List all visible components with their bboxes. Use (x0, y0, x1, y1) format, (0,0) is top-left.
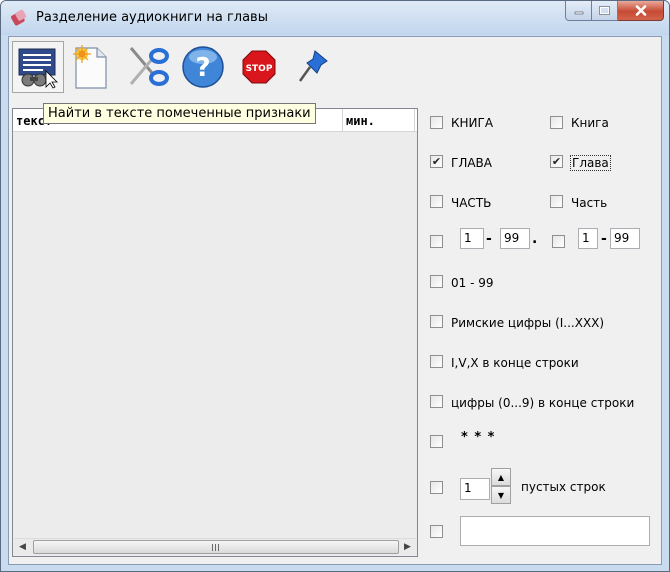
label-chast-upper: ЧАСТЬ (451, 196, 492, 210)
title-bar[interactable]: Разделение аудиокниги на главы (1, 1, 669, 35)
label-stars: * * * (461, 430, 496, 445)
column-header-minutes[interactable]: мин. (343, 109, 415, 132)
minimize-button[interactable] (565, 1, 592, 21)
checkbox-ivx-end[interactable] (430, 355, 443, 368)
empty-lines-spinner[interactable]: ▲ ▼ (491, 468, 511, 504)
maximize-button[interactable] (592, 1, 618, 21)
close-icon (635, 5, 646, 16)
help-button[interactable]: ? (177, 41, 229, 93)
client-area: ? STOP Найти в тексте помеченные признак… (8, 36, 662, 565)
scroll-thumb[interactable] (33, 540, 399, 554)
new-document-icon (73, 45, 107, 89)
spin-up-arrow[interactable]: ▲ (491, 468, 511, 486)
checkbox-stars[interactable] (430, 435, 443, 448)
svg-text:?: ? (195, 53, 210, 83)
scroll-right-arrow[interactable]: ▶ (399, 539, 416, 555)
grip-icon (212, 543, 220, 551)
chapters-list[interactable]: текст мин. ◀ ▶ (12, 108, 418, 557)
close-button[interactable] (618, 1, 664, 21)
label-glava-lower: Глава (570, 155, 611, 171)
stop-sign-text: STOP (246, 64, 273, 74)
pin-button[interactable] (287, 41, 339, 93)
checkbox-roman[interactable] (430, 315, 443, 328)
checkbox-glava-lower[interactable]: ✔ (550, 155, 563, 168)
checkbox-custom[interactable] (430, 525, 443, 538)
empty-lines-input[interactable]: 1 (460, 478, 490, 500)
app-icon (11, 9, 27, 26)
range2-to-input[interactable]: 99 (610, 228, 640, 249)
checkbox-range-dash[interactable] (552, 235, 565, 248)
checkbox-glava-upper[interactable]: ✔ (430, 155, 443, 168)
range1-from-input[interactable]: 1 (460, 228, 484, 249)
new-document-button[interactable] (64, 41, 116, 93)
checkbox-kniga-lower[interactable] (550, 116, 563, 129)
label-empty-lines: пустых строк (521, 480, 606, 494)
range1-dot: . (532, 231, 538, 247)
range2-from-input[interactable]: 1 (578, 228, 598, 249)
help-icon: ? (182, 46, 224, 88)
label-ivx-end: I,V,X в конце строки (451, 356, 579, 370)
checkbox-01-99[interactable] (430, 275, 443, 288)
scroll-left-arrow[interactable]: ◀ (14, 539, 31, 555)
toolbar: ? STOP (9, 37, 661, 99)
window-controls (565, 1, 664, 23)
checkbox-digits-end[interactable] (430, 395, 443, 408)
checkbox-empty-lines[interactable] (430, 481, 443, 494)
stop-sign-icon: STOP (242, 50, 276, 84)
range1-to-input[interactable]: 99 (500, 228, 530, 249)
maximize-icon (599, 6, 610, 15)
window-title: Разделение аудиокниги на главы (36, 10, 268, 25)
spin-down-arrow[interactable]: ▼ (491, 486, 511, 504)
label-digits-end: цифры (0...9) в конце строки (451, 396, 635, 410)
label-kniga-lower: Книга (571, 116, 609, 130)
pushpin-icon (298, 50, 328, 82)
horizontal-scrollbar[interactable]: ◀ ▶ (14, 538, 416, 555)
minimize-icon (574, 11, 583, 14)
app-window: Разделение аудиокниги на главы ? STOP На… (0, 0, 670, 572)
checkbox-chast-lower[interactable] (550, 195, 563, 208)
label-kniga-upper: КНИГА (451, 116, 494, 130)
label-chast-lower: Часть (571, 196, 608, 210)
label-glava-upper: ГЛАВА (451, 156, 492, 170)
stop-button[interactable]: STOP (233, 41, 285, 93)
checkbox-chast-upper[interactable] (430, 195, 443, 208)
checkbox-range-dot[interactable] (430, 235, 443, 248)
tooltip: Найти в тексте помеченные признаки (43, 103, 316, 124)
find-markers-button[interactable] (12, 41, 64, 93)
label-roman: Римские цифры (I...XXX) (451, 316, 605, 330)
checkbox-kniga-upper[interactable] (430, 116, 443, 129)
scissors-icon (129, 47, 169, 86)
range1-dash: - (486, 231, 492, 247)
search-text-icon (18, 48, 58, 89)
range2-dash: - (601, 231, 607, 247)
split-button[interactable] (121, 41, 173, 93)
label-01-99: 01 - 99 (451, 276, 494, 290)
custom-pattern-input[interactable] (460, 516, 650, 546)
